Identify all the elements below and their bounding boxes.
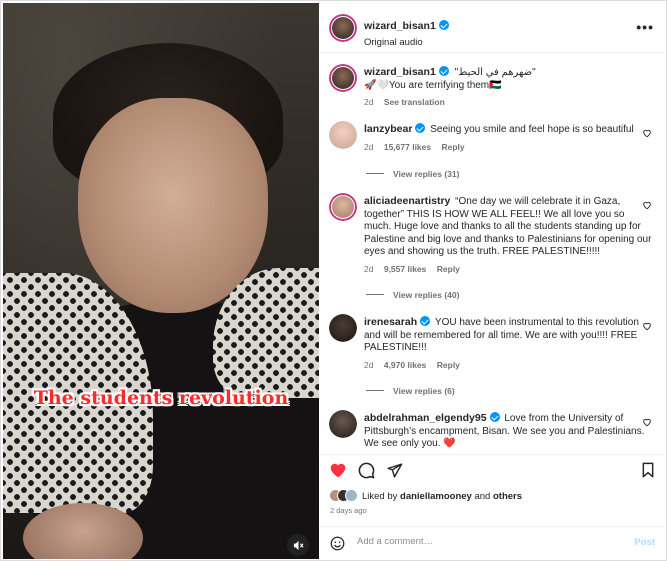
mute-button[interactable] <box>287 534 309 556</box>
caption-username[interactable]: wizard_bisan1 <box>364 66 436 78</box>
commenter-avatar[interactable] <box>329 314 357 342</box>
commenter-avatar[interactable] <box>329 410 357 438</box>
verified-badge-icon <box>438 66 449 76</box>
comment-likes[interactable]: 15,677 likes <box>384 142 431 152</box>
reply-button[interactable]: Reply <box>437 264 460 274</box>
verified-badge-icon <box>420 316 431 326</box>
more-options-button[interactable]: ••• <box>636 19 654 35</box>
caption-meta: 2d See translation <box>364 96 654 109</box>
comment-icon[interactable] <box>358 462 375 479</box>
ellipsis-icon: ••• <box>636 19 654 35</box>
caption-avatar[interactable] <box>329 64 357 92</box>
comment-likes[interactable]: 4,970 likes <box>384 360 427 370</box>
like-comment-icon[interactable] <box>642 321 652 331</box>
view-replies-button[interactable]: View replies (6) <box>366 386 455 396</box>
reply-button[interactable]: Reply <box>437 360 460 370</box>
speaker-muted-icon <box>293 540 304 550</box>
author-avatar[interactable] <box>329 14 357 42</box>
comment-time: 2d <box>364 359 374 370</box>
comment-meta: 2d 9,557 likes Reply <box>364 263 654 276</box>
view-replies-button[interactable]: View replies (31) <box>366 169 459 179</box>
liked-by-user[interactable]: daniellamooney <box>400 491 472 502</box>
see-translation-button[interactable]: See translation <box>384 97 445 107</box>
liked-by-prefix: Liked by <box>362 490 398 502</box>
commenter-username[interactable]: aliciadeenartistry <box>364 195 450 207</box>
video-face <box>78 98 268 313</box>
post-panel: wizard_bisan1 Original audio ••• wizard_… <box>319 3 664 559</box>
verified-badge-icon <box>489 412 500 422</box>
view-replies-label: View replies (6) <box>393 386 455 396</box>
view-replies-button[interactable]: View replies (40) <box>366 290 459 300</box>
view-replies-label: View replies (40) <box>393 290 460 300</box>
liked-by: Liked by daniellamooney and others <box>329 489 522 503</box>
video-caption: The students revolution <box>33 387 289 409</box>
comment-bar: Post <box>319 526 664 559</box>
comment-meta: 2d 4,970 likes Reply <box>364 359 654 372</box>
like-post-icon[interactable] <box>329 462 347 478</box>
save-bookmark-icon[interactable] <box>641 462 655 478</box>
audio-label[interactable]: Original audio <box>364 37 449 48</box>
comment-time: 2d <box>364 141 374 152</box>
like-comment-icon[interactable] <box>642 417 652 427</box>
commenter-username[interactable]: lanzybear <box>364 123 412 135</box>
commenter-username[interactable]: irenesarah <box>364 316 417 328</box>
emoji-icon[interactable] <box>330 536 345 551</box>
comment-text: Seeing you smile and feel hope is so bea… <box>430 124 634 135</box>
reply-button[interactable]: Reply <box>441 142 464 152</box>
commenter-avatar[interactable] <box>329 121 357 149</box>
post-header: wizard_bisan1 Original audio ••• <box>319 3 664 53</box>
caption-text: 🚀🤍You are terrifying them🇵🇸 <box>364 79 502 91</box>
reel-video[interactable]: The students revolution <box>3 3 319 559</box>
post-comment-button[interactable]: Post <box>634 537 655 548</box>
view-replies-label: View replies (31) <box>393 169 460 179</box>
liked-by-avatars[interactable] <box>329 489 359 503</box>
commenter-username[interactable]: abdelrahman_elgendy95 <box>364 412 487 424</box>
comment-meta: 2d 15,677 likes Reply <box>364 141 654 154</box>
share-icon[interactable] <box>386 462 403 479</box>
liked-by-and: and <box>474 490 491 502</box>
caption-time: 2d <box>364 97 374 107</box>
verified-badge-icon <box>438 20 449 30</box>
verified-badge-icon <box>415 123 426 133</box>
caption-arabic: "ضهرهم في الحيط" <box>454 67 536 78</box>
comment-likes[interactable]: 9,557 likes <box>384 264 427 274</box>
action-bar <box>319 454 664 482</box>
like-comment-icon[interactable] <box>642 128 652 138</box>
like-comment-icon[interactable] <box>642 200 652 210</box>
liked-by-others[interactable]: others <box>493 491 522 502</box>
post-date[interactable]: 2 days ago <box>330 506 367 515</box>
comment-time: 2d <box>364 263 374 274</box>
comment-input[interactable] <box>357 536 607 547</box>
comments-list[interactable]: wizard_bisan1 "ضهرهم في الحيط" 🚀🤍You are… <box>319 54 664 452</box>
author-username[interactable]: wizard_bisan1 <box>364 20 436 32</box>
commenter-avatar[interactable] <box>329 193 357 221</box>
